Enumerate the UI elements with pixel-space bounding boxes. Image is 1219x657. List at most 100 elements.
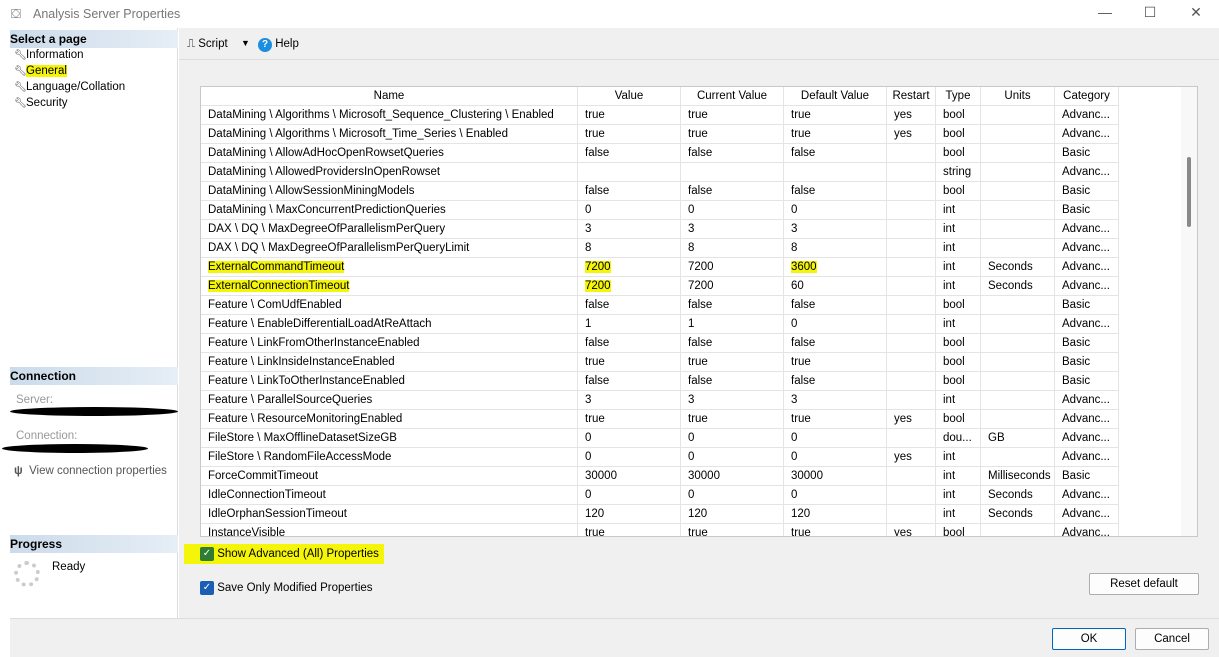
table-row[interactable]: Feature \ ParallelSourceQueries 3 3 3 int Adv… <box>201 391 1119 410</box>
cell-text: 0 <box>791 318 798 330</box>
table-cell: Basic <box>1055 353 1119 372</box>
table-cell: ExternalConnectionTimeout <box>201 277 578 296</box>
table-cell: Advanc... <box>1055 125 1119 144</box>
cell-text: Advanc... <box>1062 109 1110 121</box>
table-row[interactable]: Feature \ ComUdfEnabled false false false bo… <box>201 296 1119 315</box>
cell-text: false <box>585 299 610 311</box>
vertical-scrollbar[interactable] <box>1181 87 1197 536</box>
view-connection-properties-link[interactable]: ψ View connection properties <box>14 465 167 477</box>
table-cell <box>681 163 784 182</box>
table-cell: true <box>784 524 887 536</box>
table-row[interactable]: DataMining \ Algorithms \ Microsoft_Sequ… <box>201 106 1119 125</box>
table-cell: 0 <box>784 201 887 220</box>
nav-item-general[interactable]: 🔧︎General <box>14 63 67 79</box>
save-modified-checkbox[interactable]: ✓ Save Only Modified Properties <box>200 581 373 595</box>
table-cell: Feature \ ComUdfEnabled <box>201 296 578 315</box>
cell-text: true <box>791 356 811 368</box>
table-cell <box>887 182 936 201</box>
table-row[interactable]: DataMining \ AllowSessionMiningModels fal… <box>201 182 1119 201</box>
table-cell: Basic <box>1055 182 1119 201</box>
table-row[interactable]: FileStore \ RandomFileAccessMode 0 0 0 yes in… <box>201 448 1119 467</box>
table-cell: 3 <box>784 220 887 239</box>
table-cell <box>981 334 1055 353</box>
table-row[interactable]: ForceCommitTimeout 30000 30000 30000 int Mill… <box>201 467 1119 486</box>
table-row[interactable]: DataMining \ Algorithms \ Microsoft_Time… <box>201 125 1119 144</box>
table-cell: 0 <box>578 429 681 448</box>
table-row[interactable]: DataMining \ MaxConcurrentPredictionQuer… <box>201 201 1119 220</box>
script-button[interactable]: ⎍ Script <box>187 38 228 51</box>
column-header[interactable]: Restart <box>887 87 936 106</box>
table-cell: false <box>681 144 784 163</box>
table-row[interactable]: IdleOrphanSessionTimeout 120 120 120 int Seco… <box>201 505 1119 524</box>
column-header[interactable]: Default Value <box>784 87 887 106</box>
table-row[interactable]: Feature \ LinkToOtherInstanceEnabled fals… <box>201 372 1119 391</box>
column-header[interactable]: Category <box>1055 87 1119 106</box>
column-header[interactable]: Current Value <box>681 87 784 106</box>
ok-button[interactable]: OK <box>1052 628 1126 650</box>
cell-text: DataMining \ AllowAdHocOpenRowsetQueries <box>208 147 444 159</box>
table-cell: true <box>578 106 681 125</box>
table-row[interactable]: ExternalConnectionTimeout 7200 7200 60 int Se… <box>201 277 1119 296</box>
table-cell: 0 <box>784 315 887 334</box>
help-button[interactable]: ? Help <box>258 38 299 52</box>
table-cell: bool <box>936 106 981 125</box>
table-cell: true <box>681 106 784 125</box>
table-cell: Advanc... <box>1055 410 1119 429</box>
table-cell <box>887 201 936 220</box>
maximize-button[interactable]: ☐ <box>1135 4 1165 24</box>
table-row[interactable]: DAX \ DQ \ MaxDegreeOfParallelismPerQuer… <box>201 220 1119 239</box>
column-header[interactable]: Type <box>936 87 981 106</box>
nav-item-information[interactable]: 🔧︎Information <box>14 47 84 63</box>
nav-item-label: Language/Collation <box>26 81 126 93</box>
table-row[interactable]: Feature \ LinkFromOtherInstanceEnabled fa… <box>201 334 1119 353</box>
column-header[interactable]: Value <box>578 87 681 106</box>
table-cell: Feature \ ResourceMonitoringEnabled <box>201 410 578 429</box>
table-cell: Seconds <box>981 505 1055 524</box>
table-row[interactable]: InstanceVisible true true true yes bool Advanc… <box>201 524 1119 536</box>
view-connection-label: View connection properties <box>29 465 167 477</box>
table-row[interactable]: DAX \ DQ \ MaxDegreeOfParallelismPerQuer… <box>201 239 1119 258</box>
table-row[interactable]: DataMining \ AllowAdHocOpenRowsetQueries… <box>201 144 1119 163</box>
table-row[interactable]: Feature \ LinkInsideInstanceEnabled true t… <box>201 353 1119 372</box>
cell-text: dou... <box>943 432 972 444</box>
table-cell <box>981 239 1055 258</box>
table-row[interactable]: Feature \ ResourceMonitoringEnabled true t… <box>201 410 1119 429</box>
table-row[interactable]: Feature \ EnableDifferentialLoadAtReAtta… <box>201 315 1119 334</box>
script-dropdown-icon[interactable]: ▼ <box>241 38 250 48</box>
cell-text: DataMining \ AllowSessionMiningModels <box>208 185 415 197</box>
table-cell: 3 <box>681 220 784 239</box>
table-cell: InstanceVisible <box>201 524 578 536</box>
nav-item-security[interactable]: 🔧︎Security <box>14 95 68 111</box>
scrollbar-thumb[interactable] <box>1187 157 1191 227</box>
table-cell: Advanc... <box>1055 163 1119 182</box>
table-cell: DAX \ DQ \ MaxDegreeOfParallelismPerQuer… <box>201 239 578 258</box>
minimize-button[interactable]: — <box>1090 4 1120 24</box>
reset-default-button[interactable]: Reset default <box>1089 573 1199 595</box>
column-header[interactable]: Name <box>201 87 578 106</box>
table-header: Name Value Current Value Default Value Resta… <box>201 87 1119 106</box>
cell-text: IdleConnectionTimeout <box>208 489 326 501</box>
table-cell: int <box>936 277 981 296</box>
table-cell: true <box>578 410 681 429</box>
cancel-button[interactable]: Cancel <box>1135 628 1209 650</box>
nav-item-label: Security <box>26 97 68 109</box>
show-advanced-checkbox[interactable]: ✓ Show Advanced (All) Properties <box>200 547 379 561</box>
column-header[interactable]: Units <box>981 87 1055 106</box>
table-cell <box>887 505 936 524</box>
table-cell: false <box>578 182 681 201</box>
table-cell <box>981 448 1055 467</box>
table-cell <box>887 220 936 239</box>
table-row[interactable]: IdleConnectionTimeout 0 0 0 int Seconds Advanc… <box>201 486 1119 505</box>
table-cell: false <box>784 334 887 353</box>
table-row[interactable]: DataMining \ AllowedProvidersInOpenRowse… <box>201 163 1119 182</box>
cell-text: bool <box>943 299 965 311</box>
table-cell: Milliseconds <box>981 467 1055 486</box>
table-row[interactable]: ExternalCommandTimeout 7200 7200 3600 int Sec… <box>201 258 1119 277</box>
cell-text: 3600 <box>791 261 817 273</box>
close-button[interactable]: ✕ <box>1181 4 1211 24</box>
table-row[interactable]: FileStore \ MaxOfflineDatasetSizeGB 0 0 0 do… <box>201 429 1119 448</box>
cell-text: false <box>688 375 713 387</box>
table-cell <box>887 334 936 353</box>
nav-item-language-collation[interactable]: 🔧︎Language/Collation <box>14 79 125 95</box>
table-cell <box>981 144 1055 163</box>
